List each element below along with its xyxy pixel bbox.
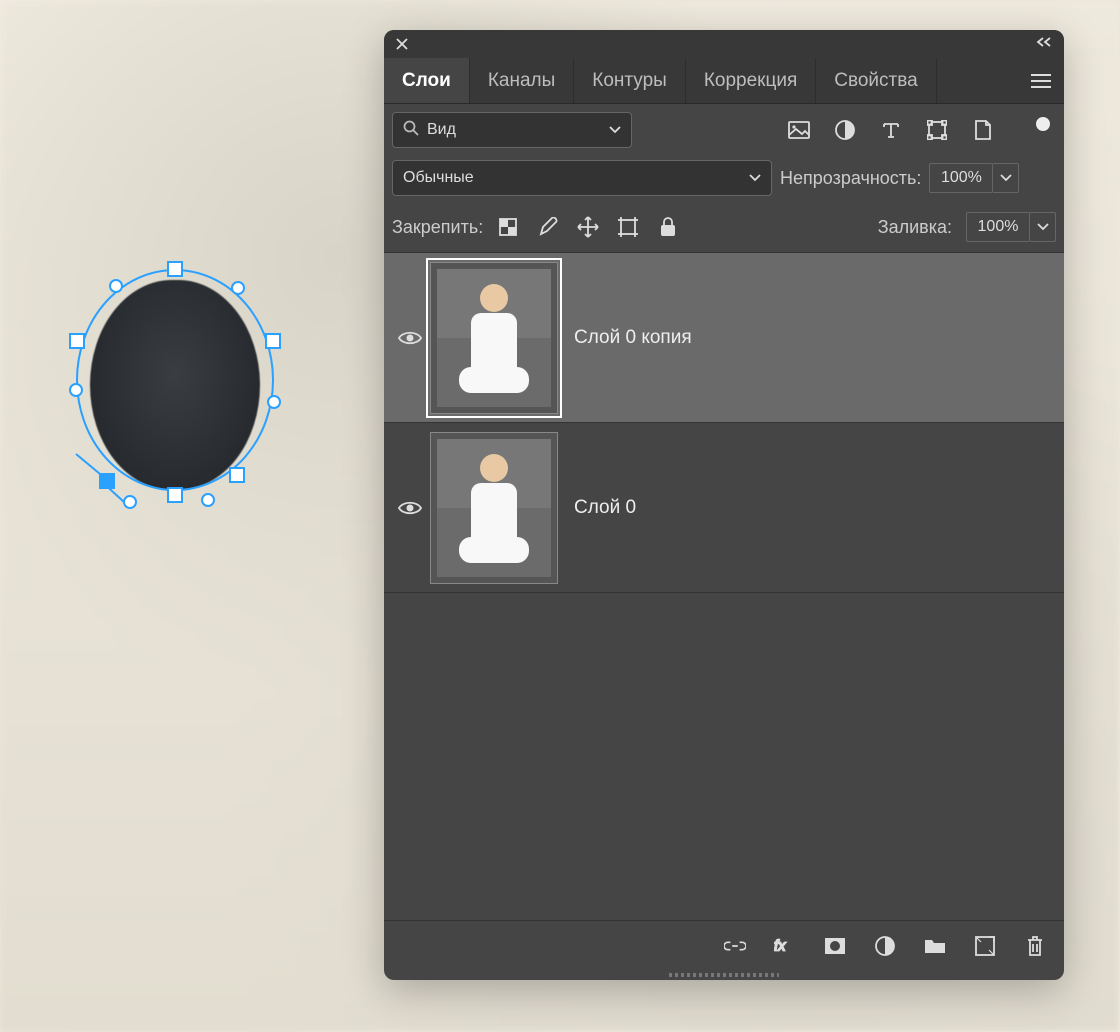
filter-row: Вид bbox=[384, 104, 1064, 156]
panel-header bbox=[384, 30, 1064, 58]
chevron-down-icon bbox=[609, 121, 621, 139]
filter-toggle[interactable] bbox=[1036, 117, 1050, 131]
fill-stepper[interactable] bbox=[1030, 212, 1056, 242]
layer-thumbnail[interactable] bbox=[430, 432, 558, 584]
filter-shape-icon[interactable] bbox=[926, 119, 948, 141]
filter-adjust-icon[interactable] bbox=[834, 119, 856, 141]
filter-pixel-icon[interactable] bbox=[788, 119, 810, 141]
tab-label: Контуры bbox=[592, 70, 667, 92]
search-icon bbox=[403, 120, 419, 141]
filter-type-select[interactable]: Вид bbox=[392, 112, 632, 148]
tab-paths[interactable]: Контуры bbox=[574, 58, 686, 103]
blend-row: Обычные Непрозрачность: 100% bbox=[384, 156, 1064, 204]
filter-type-label: Вид bbox=[427, 121, 456, 139]
tab-label: Коррекция bbox=[704, 70, 797, 92]
layer-name[interactable]: Слой 0 копия bbox=[574, 327, 692, 349]
tab-label: Каналы bbox=[488, 70, 555, 92]
tab-channels[interactable]: Каналы bbox=[470, 58, 574, 103]
layer-row[interactable]: Слой 0 копия bbox=[384, 253, 1064, 423]
resize-grip[interactable] bbox=[384, 970, 1064, 980]
layer-name[interactable]: Слой 0 bbox=[574, 497, 636, 519]
visibility-toggle[interactable] bbox=[390, 500, 430, 516]
layers-panel: Слои Каналы Контуры Коррекция Свойства В… bbox=[384, 30, 1064, 980]
close-icon[interactable] bbox=[392, 34, 412, 54]
opacity-value: 100% bbox=[941, 169, 982, 187]
fill-value: 100% bbox=[978, 218, 1019, 236]
lock-pixels-icon[interactable] bbox=[537, 216, 559, 238]
collapse-icon[interactable] bbox=[1036, 36, 1056, 52]
canvas-button-subject bbox=[90, 280, 260, 490]
lock-transparency-icon[interactable] bbox=[497, 216, 519, 238]
tab-label: Слои bbox=[402, 70, 451, 92]
layer-row[interactable]: Слой 0 bbox=[384, 423, 1064, 593]
layers-list: Слой 0 копия Слой 0 bbox=[384, 253, 1064, 920]
new-layer-icon[interactable] bbox=[974, 935, 996, 957]
chevron-down-icon bbox=[749, 169, 761, 187]
filter-type-icon[interactable] bbox=[880, 119, 902, 141]
adjustment-layer-icon[interactable] bbox=[874, 935, 896, 957]
opacity-stepper[interactable] bbox=[993, 163, 1019, 193]
opacity-label: Непрозрачность: bbox=[780, 168, 921, 189]
fill-label: Заливка: bbox=[878, 217, 952, 238]
eye-icon bbox=[398, 330, 422, 346]
tab-label: Свойства bbox=[834, 70, 917, 92]
blend-mode-select[interactable]: Обычные bbox=[392, 160, 772, 196]
new-group-icon[interactable] bbox=[924, 935, 946, 957]
lock-artboard-icon[interactable] bbox=[617, 216, 639, 238]
delete-layer-icon[interactable] bbox=[1024, 935, 1046, 957]
tab-adjustments[interactable]: Коррекция bbox=[686, 58, 816, 103]
lock-position-icon[interactable] bbox=[577, 216, 599, 238]
lock-row: Закрепить: Заливка: 100% bbox=[384, 204, 1064, 253]
panel-tabs: Слои Каналы Контуры Коррекция Свойства bbox=[384, 58, 1064, 104]
lock-all-icon[interactable] bbox=[657, 216, 679, 238]
layers-bottom-bar: fx bbox=[384, 920, 1064, 970]
link-layers-icon[interactable] bbox=[724, 935, 746, 957]
panel-menu-icon[interactable] bbox=[1018, 58, 1064, 103]
tab-properties[interactable]: Свойства bbox=[816, 58, 936, 103]
svg-text:fx: fx bbox=[774, 938, 786, 954]
tab-layers[interactable]: Слои bbox=[384, 58, 470, 103]
lock-label: Закрепить: bbox=[392, 217, 483, 238]
layer-mask-icon[interactable] bbox=[824, 935, 846, 957]
layer-thumbnail[interactable] bbox=[430, 262, 558, 414]
filter-smart-icon[interactable] bbox=[972, 119, 994, 141]
eye-icon bbox=[398, 500, 422, 516]
blend-mode-label: Обычные bbox=[403, 169, 474, 187]
opacity-field[interactable]: 100% bbox=[929, 163, 993, 193]
layer-fx-icon[interactable]: fx bbox=[774, 935, 796, 957]
visibility-toggle[interactable] bbox=[390, 330, 430, 346]
fill-field[interactable]: 100% bbox=[966, 212, 1030, 242]
